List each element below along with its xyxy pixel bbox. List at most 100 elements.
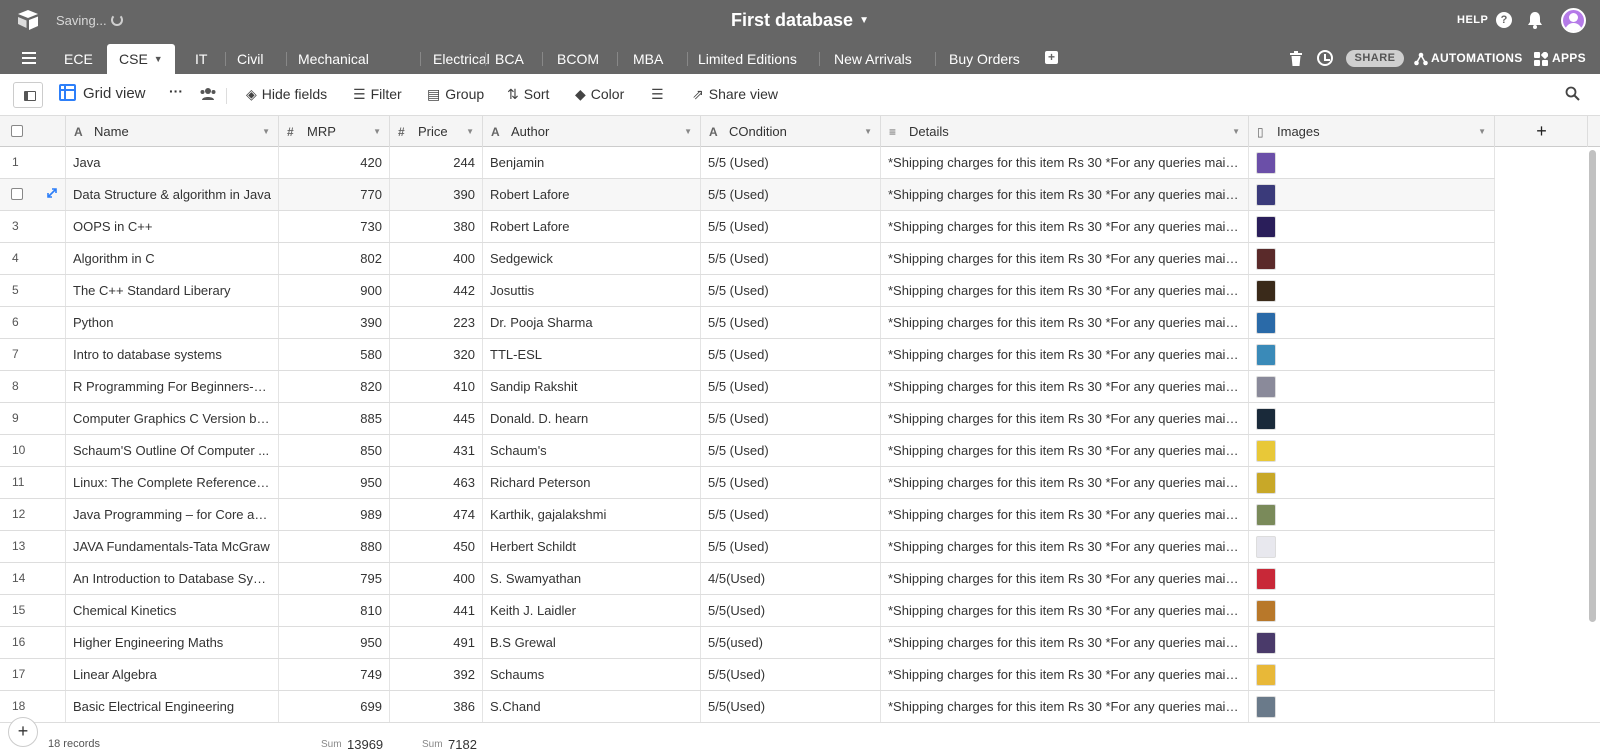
cell-name[interactable]: Higher Engineering Maths	[66, 627, 279, 658]
table-row[interactable]: 14 An Introduction to Database Syst... 795…	[0, 563, 1495, 595]
column-header-name[interactable]: A Name ▼	[66, 116, 279, 147]
table-row[interactable]: Data Structure & algorithm in Java 770 390…	[0, 179, 1495, 211]
row-number[interactable]: 1	[0, 147, 66, 178]
row-number[interactable]: 5	[0, 275, 66, 306]
cell-price[interactable]: 431	[390, 435, 483, 466]
cell-price[interactable]: 380	[390, 211, 483, 242]
cell-author[interactable]: Herbert Schildt	[483, 531, 701, 562]
automations-button[interactable]: AUTOMATIONS	[1431, 51, 1523, 65]
apps-button[interactable]: APPS	[1552, 51, 1586, 65]
column-header-author[interactable]: A Author ▼	[483, 116, 701, 147]
book-cover-thumbnail[interactable]	[1256, 344, 1276, 366]
cell-mrp[interactable]: 950	[279, 627, 390, 658]
cell-details[interactable]: *Shipping charges for this item Rs 30 *F…	[881, 243, 1249, 274]
cell-name[interactable]: Basic Electrical Engineering	[66, 691, 279, 722]
add-table-icon[interactable]: +	[1045, 51, 1058, 64]
cell-author[interactable]: TTL-ESL	[483, 339, 701, 370]
tab-it[interactable]: IT	[183, 44, 219, 74]
chevron-down-icon[interactable]: ▼	[864, 116, 872, 147]
cell-mrp[interactable]: 699	[279, 691, 390, 722]
table-row[interactable]: 16 Higher Engineering Maths 950 491 B.S Grew…	[0, 627, 1495, 659]
add-field-button[interactable]: +	[1496, 116, 1588, 147]
row-number[interactable]: 18	[0, 691, 66, 722]
bell-icon[interactable]	[1527, 11, 1543, 29]
cell-mrp[interactable]: 900	[279, 275, 390, 306]
cell-author[interactable]: Richard Peterson	[483, 467, 701, 498]
tab-bca[interactable]: BCA	[483, 44, 536, 74]
cell-details[interactable]: *Shipping charges for this item Rs 30 *F…	[881, 627, 1249, 658]
cell-name[interactable]: Data Structure & algorithm in Java	[66, 179, 279, 210]
cell-images[interactable]	[1249, 307, 1495, 338]
cell-condition[interactable]: 5/5 (Used)	[701, 307, 881, 338]
cell-mrp[interactable]: 820	[279, 371, 390, 402]
cell-details[interactable]: *Shipping charges for this item Rs 30 *F…	[881, 659, 1249, 690]
cell-price[interactable]: 474	[390, 499, 483, 530]
cell-images[interactable]	[1249, 499, 1495, 530]
cell-condition[interactable]: 5/5 (Used)	[701, 243, 881, 274]
cell-images[interactable]	[1249, 563, 1495, 594]
cell-price[interactable]: 450	[390, 531, 483, 562]
tab-bcom[interactable]: BCOM	[545, 44, 611, 74]
cell-mrp[interactable]: 989	[279, 499, 390, 530]
row-number[interactable]: 16	[0, 627, 66, 658]
chevron-down-icon[interactable]: ▼	[466, 116, 474, 147]
cell-author[interactable]: Sandip Rakshit	[483, 371, 701, 402]
cell-mrp[interactable]: 580	[279, 339, 390, 370]
cell-author[interactable]: Schaum's	[483, 435, 701, 466]
view-more-icon[interactable]: ···	[169, 83, 183, 99]
cell-name[interactable]: JAVA Fundamentals-Tata McGraw	[66, 531, 279, 562]
row-number[interactable]: 12	[0, 499, 66, 530]
cell-condition[interactable]: 5/5(Used)	[701, 659, 881, 690]
cell-condition[interactable]: 5/5 (Used)	[701, 211, 881, 242]
cell-condition[interactable]: 5/5 (Used)	[701, 339, 881, 370]
chevron-down-icon[interactable]: ▼	[262, 116, 270, 147]
table-row[interactable]: 8 R Programming For Beginners-Ta... 820 410…	[0, 371, 1495, 403]
table-row[interactable]: 10 Schaum'S Outline Of Computer ... 850 431…	[0, 435, 1495, 467]
cell-price[interactable]: 244	[390, 147, 483, 178]
column-header-price[interactable]: # Price ▼	[390, 116, 483, 147]
cell-author[interactable]: Josuttis	[483, 275, 701, 306]
user-avatar[interactable]	[1561, 8, 1586, 33]
row-number[interactable]: 6	[0, 307, 66, 338]
table-row[interactable]: 7 Intro to database systems 580 320 TTL-ESL 5…	[0, 339, 1495, 371]
cell-mrp[interactable]: 795	[279, 563, 390, 594]
cell-name[interactable]: Java Programming – for Core an...	[66, 499, 279, 530]
color-button[interactable]: ◆ Color	[575, 86, 624, 103]
row-number[interactable]: 7	[0, 339, 66, 370]
book-cover-thumbnail[interactable]	[1256, 472, 1276, 494]
table-row[interactable]: 15 Chemical Kinetics 810 441 Keith J. Laidle…	[0, 595, 1495, 627]
book-cover-thumbnail[interactable]	[1256, 440, 1276, 462]
database-title[interactable]: First database ▼	[0, 10, 1600, 31]
cell-images[interactable]	[1249, 531, 1495, 562]
cell-condition[interactable]: 5/5(used)	[701, 627, 881, 658]
tab-buy-orders[interactable]: Buy Orders	[937, 44, 1032, 74]
cell-images[interactable]	[1249, 627, 1495, 658]
sort-button[interactable]: ⇅ Sort	[507, 86, 549, 103]
cell-price[interactable]: 390	[390, 179, 483, 210]
cell-name[interactable]: Python	[66, 307, 279, 338]
table-row[interactable]: 3 OOPS in C++ 730 380 Robert Lafore 5/5 (Used…	[0, 211, 1495, 243]
trash-icon[interactable]	[1290, 51, 1302, 66]
cell-author[interactable]: S.Chand	[483, 691, 701, 722]
cell-name[interactable]: R Programming For Beginners-Ta...	[66, 371, 279, 402]
cell-details[interactable]: *Shipping charges for this item Rs 30 *F…	[881, 147, 1249, 178]
cell-details[interactable]: *Shipping charges for this item Rs 30 *F…	[881, 307, 1249, 338]
cell-name[interactable]: Linux: The Complete Reference-T...	[66, 467, 279, 498]
cell-details[interactable]: *Shipping charges for this item Rs 30 *F…	[881, 403, 1249, 434]
cell-condition[interactable]: 5/5 (Used)	[701, 435, 881, 466]
cell-author[interactable]: Schaums	[483, 659, 701, 690]
cell-name[interactable]: Intro to database systems	[66, 339, 279, 370]
cell-images[interactable]	[1249, 467, 1495, 498]
row-number[interactable]	[0, 179, 66, 210]
cell-author[interactable]: Karthik, gajalakshmi	[483, 499, 701, 530]
cell-details[interactable]: *Shipping charges for this item Rs 30 *F…	[881, 691, 1249, 722]
row-number[interactable]: 14	[0, 563, 66, 594]
cell-details[interactable]: *Shipping charges for this item Rs 30 *F…	[881, 435, 1249, 466]
cell-price[interactable]: 491	[390, 627, 483, 658]
book-cover-thumbnail[interactable]	[1256, 152, 1276, 174]
row-number[interactable]: 10	[0, 435, 66, 466]
cell-images[interactable]	[1249, 179, 1495, 210]
cell-condition[interactable]: 5/5 (Used)	[701, 179, 881, 210]
table-row[interactable]: 6 Python 390 223 Dr. Pooja Sharma 5/5 (Used) *…	[0, 307, 1495, 339]
cell-price[interactable]: 386	[390, 691, 483, 722]
